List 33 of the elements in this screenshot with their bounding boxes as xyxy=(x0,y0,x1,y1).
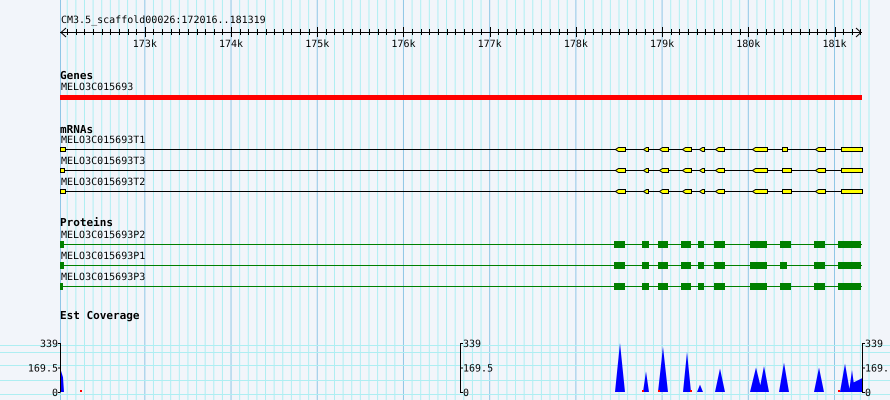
axis-label: 339 xyxy=(865,339,884,350)
tick-label: 177k xyxy=(478,39,502,50)
axis-label: 169.5 xyxy=(463,364,494,374)
region-title: CM3.5_scaffold00026:172016..181319 xyxy=(61,15,266,26)
feature-label: MELO3C015693P2 xyxy=(61,230,146,241)
coverage-axis xyxy=(862,342,866,393)
axis-label: 339 xyxy=(40,339,58,350)
axis-label: 0 xyxy=(52,388,58,398)
feature-label: MELO3C015693T2 xyxy=(61,177,146,188)
axis-label: 0 xyxy=(463,388,470,398)
track-heading: Proteins xyxy=(60,216,113,229)
tick-label: 174k xyxy=(219,39,244,50)
axis-label: 339 xyxy=(463,339,482,350)
feature-label: MELO3C015693P3 xyxy=(61,272,146,283)
track-heading: Est Coverage xyxy=(60,309,140,322)
axis-label: 0 xyxy=(865,388,872,398)
feature-label: MELO3C015693T3 xyxy=(61,156,146,167)
tick-label: 179k xyxy=(650,39,674,50)
coverage-axis xyxy=(58,342,61,393)
axis-label: 169.5 xyxy=(28,364,58,374)
track-heading: Genes xyxy=(60,69,94,82)
tick-label: 180k xyxy=(736,39,760,50)
feature-label: MELO3C015693T1 xyxy=(61,135,146,146)
tick-label: 175k xyxy=(305,39,330,50)
feature-label: MELO3C015693P1 xyxy=(61,251,146,262)
feature-label: MELO3C015693 xyxy=(61,82,134,93)
track-heading: mRNAs xyxy=(60,123,94,136)
coverage-axis xyxy=(460,342,464,393)
tick-label: 181k xyxy=(822,39,847,50)
tick-label: 176k xyxy=(391,39,416,50)
tick-label: 178k xyxy=(564,39,588,50)
tick-label: 173k xyxy=(132,39,157,50)
axis-label: 169. xyxy=(865,364,890,374)
